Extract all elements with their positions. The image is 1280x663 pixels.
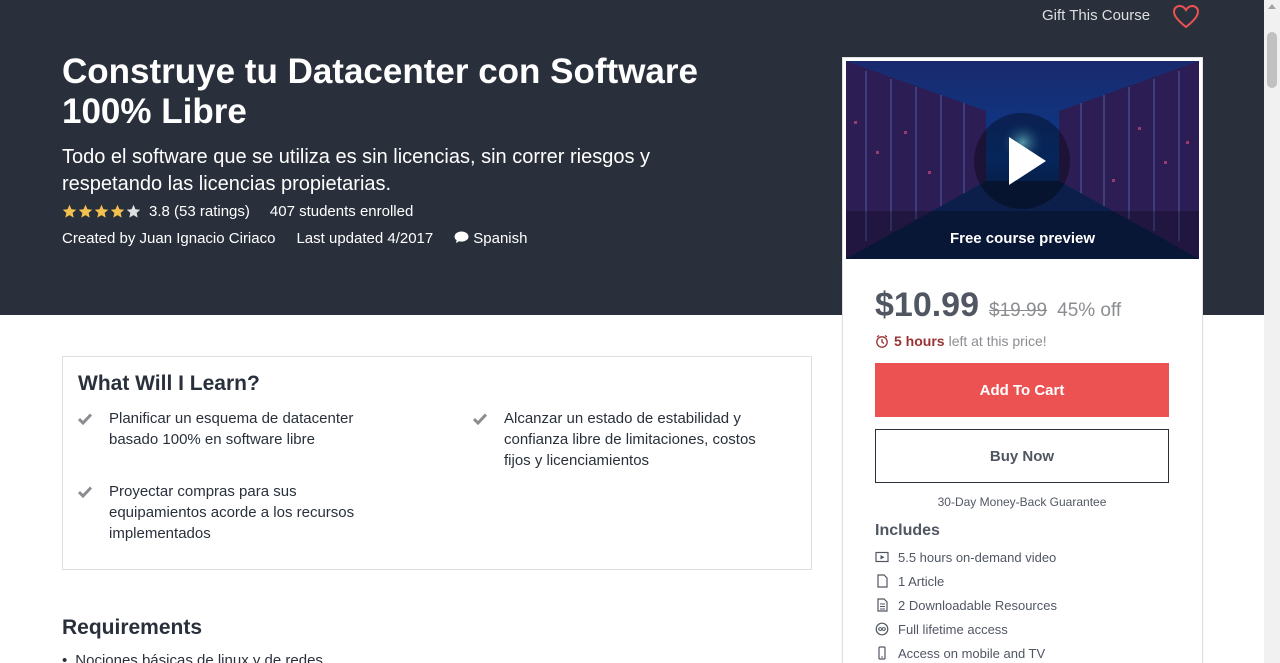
includes-item: 1 Article [875, 569, 1057, 593]
speech-bubble-icon [454, 231, 469, 244]
includes-item-label: Full lifetime access [898, 621, 1008, 637]
includes-item-label: Access on mobile and TV [898, 645, 1046, 661]
learn-item: Planificar un esquema de datacenter basa… [78, 408, 389, 450]
includes-item: 2 Downloadable Resources [875, 593, 1057, 617]
star-full-icon [94, 204, 109, 218]
checkmark-icon [78, 486, 92, 498]
star-empty-icon [126, 204, 141, 218]
rating-row: 3.8 (53 ratings) 407 students enrolled [62, 203, 413, 220]
includes-title: Includes [875, 522, 940, 539]
course-preview-video[interactable]: Free course preview [846, 61, 1199, 259]
includes-item: 5.5 hours on-demand video [875, 545, 1057, 569]
includes-list: 5.5 hours on-demand video 1 Article 2 Do… [875, 545, 1057, 663]
alarm-clock-icon [876, 334, 888, 348]
requirement-item: Nociones básicas de linux y de redes [62, 652, 323, 663]
learn-item-text: Alcanzar un estado de estabilidad y conf… [504, 410, 756, 469]
gift-course-link[interactable]: Gift This Course [1042, 7, 1150, 24]
course-meta: Created by Juan Ignacio Ciriaco Last upd… [62, 230, 548, 247]
learn-item-text: Planificar un esquema de datacenter basa… [109, 410, 354, 448]
star-full-icon [62, 204, 77, 218]
wishlist-heart-icon[interactable] [1172, 4, 1200, 30]
preview-label: Free course preview [949, 230, 1096, 247]
buy-now-button[interactable]: Buy Now [875, 429, 1169, 483]
star-full-icon [78, 204, 93, 218]
mobile-icon [878, 646, 886, 660]
timer-hours: 5 hours [894, 333, 945, 349]
includes-item: Access on mobile and TV [875, 641, 1057, 663]
price-row: $10.99 $19.99 45% off [875, 286, 1121, 325]
includes-item-label: 5.5 hours on-demand video [898, 549, 1057, 565]
course-subtitle: Todo el software que se utiliza es sin l… [62, 146, 651, 195]
checkmark-icon [78, 413, 92, 425]
checkmark-icon [473, 413, 487, 425]
infinity-icon [875, 622, 889, 636]
learn-item-text: Proyectar compras para sus equipamientos… [109, 483, 355, 542]
language: Spanish [454, 230, 527, 247]
students-enrolled: 407 students enrolled [269, 203, 414, 220]
star-rating [62, 204, 141, 219]
purchase-sidebar: Free course preview $10.99 $19.99 45% of… [842, 57, 1203, 663]
rating-text[interactable]: 3.8 (53 ratings) [149, 203, 250, 220]
course-title: Construye tu Datacenter con Software 100… [62, 52, 698, 131]
money-back-guarantee: 30-Day Money-Back Guarantee [937, 495, 1107, 509]
resource-icon [877, 598, 888, 612]
language-label: Spanish [473, 230, 528, 247]
includes-item: Full lifetime access [875, 617, 1057, 641]
scrollbar-thumb[interactable] [1267, 32, 1277, 88]
includes-item-label: 1 Article [898, 573, 945, 589]
add-to-cart-button[interactable]: Add To Cart [875, 363, 1169, 417]
star-full-icon [110, 204, 125, 218]
scroll-up-arrow-icon[interactable] [1268, 4, 1276, 9]
discount-percent: 45% off [1057, 300, 1122, 321]
learn-item: Proyectar compras para sus equipamientos… [78, 481, 389, 544]
original-price: $19.99 [989, 300, 1048, 321]
video-icon [875, 551, 889, 563]
price-timer: 5 hours left at this price! [875, 333, 1047, 349]
article-icon [877, 574, 888, 588]
requirements-title: Requirements [62, 616, 203, 639]
page-scrollbar[interactable] [1264, 0, 1280, 663]
includes-item-label: 2 Downloadable Resources [898, 597, 1057, 613]
last-updated: Last updated 4/2017 [296, 230, 434, 247]
requirements-list: Nociones básicas de linux y de redes [62, 652, 323, 663]
timer-suffix: left at this price! [948, 333, 1047, 349]
learn-title: What Will I Learn? [78, 372, 260, 395]
what-will-i-learn-box: What Will I Learn? Planificar un esquema… [62, 356, 812, 570]
current-price: $10.99 [875, 286, 979, 324]
learn-item: Alcanzar un estado de estabilidad y conf… [473, 408, 784, 471]
instructor-link[interactable]: Created by Juan Ignacio Ciriaco [62, 230, 275, 247]
